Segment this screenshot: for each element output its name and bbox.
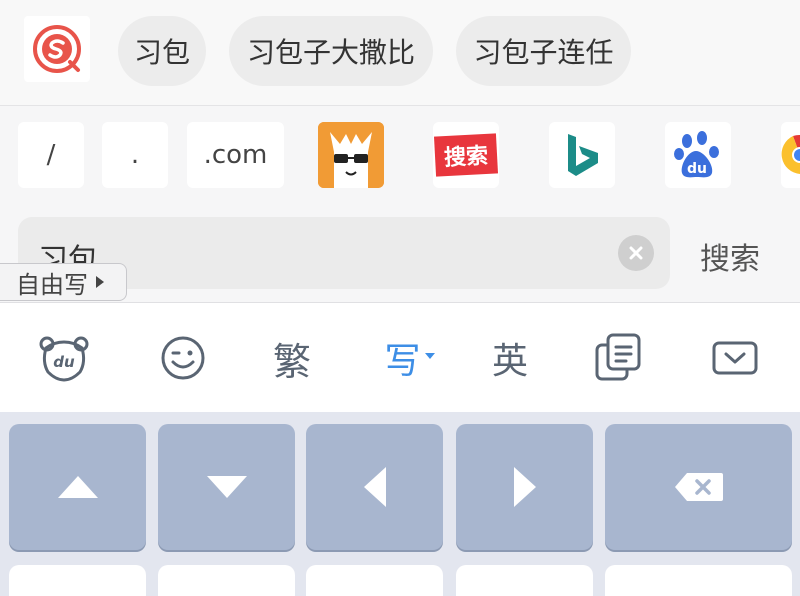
dropdown-caret-icon [424, 353, 435, 359]
bing-site-icon[interactable] [549, 122, 615, 188]
dot-key[interactable]: . [102, 122, 168, 188]
llama-icon [318, 122, 384, 188]
triangle-right-icon [513, 467, 536, 507]
keyboard-app: 习包 习包子大撒比 习包子连任 / . .com 搜索 du 习包 搜索 自由写… [0, 0, 800, 596]
keyboard-toolbar: du 繁 写 英 [0, 302, 800, 412]
suggestion-chip[interactable]: 习包 [118, 16, 206, 86]
suggestion-chip[interactable]: 习包子大撒比 [229, 16, 433, 86]
triangle-down-icon [206, 476, 247, 498]
clipboard-icon [595, 333, 641, 381]
llama-site-icon[interactable] [318, 122, 384, 188]
bear-du-icon: du [39, 336, 89, 382]
baidu-du-label: du [687, 161, 707, 177]
bing-icon [568, 134, 598, 176]
arrow-right-key[interactable] [456, 424, 593, 550]
wink-emoji-icon [161, 336, 205, 380]
sousuo-site-icon[interactable]: 搜索 [433, 122, 499, 188]
sousuo-label: 搜索 [433, 133, 499, 177]
quick-input-row: / . .com 搜索 du [0, 106, 800, 204]
arrow-up-key[interactable] [9, 424, 146, 550]
write-label: 写 [384, 341, 421, 382]
suggestion-bar: 习包 习包子大撒比 习包子连任 [0, 0, 800, 106]
sogou-logo-icon[interactable] [24, 16, 90, 82]
clipboard-button[interactable] [594, 331, 642, 385]
arrow-left-key[interactable] [306, 424, 443, 550]
keypad-key[interactable] [605, 565, 792, 596]
close-icon [629, 246, 643, 260]
baidu-paw-icon: du [674, 131, 719, 178]
chrome-icon [781, 134, 800, 174]
arrow-down-key[interactable] [158, 424, 295, 550]
triangle-right-icon [96, 276, 104, 288]
keypad-key[interactable] [9, 565, 146, 596]
freewrite-tab[interactable]: 自由写 [0, 263, 127, 301]
emoji-button[interactable] [160, 331, 206, 385]
suggestion-chip[interactable]: 习包子连任 [456, 16, 631, 86]
hide-keyboard-button[interactable] [712, 331, 758, 385]
slash-key[interactable]: / [18, 122, 84, 188]
chrome-site-icon[interactable] [781, 122, 800, 188]
traditional-chinese-toggle[interactable]: 繁 [268, 331, 316, 385]
baidu-site-icon[interactable]: du [665, 122, 731, 188]
baidu-bear-button[interactable]: du [38, 331, 90, 385]
backspace-key[interactable] [605, 424, 792, 550]
clear-button[interactable] [618, 235, 654, 271]
keypad-key[interactable] [456, 565, 593, 596]
search-button[interactable]: 搜索 [700, 234, 760, 278]
keypad-key[interactable] [158, 565, 295, 596]
handwriting-mode-button[interactable]: 写 [380, 331, 440, 385]
chevron-down-icon [712, 341, 758, 375]
triangle-left-icon [363, 467, 386, 507]
keyboard-panel [0, 412, 800, 596]
keypad-key[interactable] [306, 565, 443, 596]
triangle-up-icon [57, 476, 98, 498]
bear-du-label: du [53, 353, 75, 371]
freewrite-label: 自由写 [16, 270, 88, 299]
english-toggle[interactable]: 英 [488, 331, 532, 385]
sogou-s-icon [33, 25, 81, 73]
dotcom-key[interactable]: .com [187, 122, 284, 188]
backspace-icon [674, 473, 723, 501]
